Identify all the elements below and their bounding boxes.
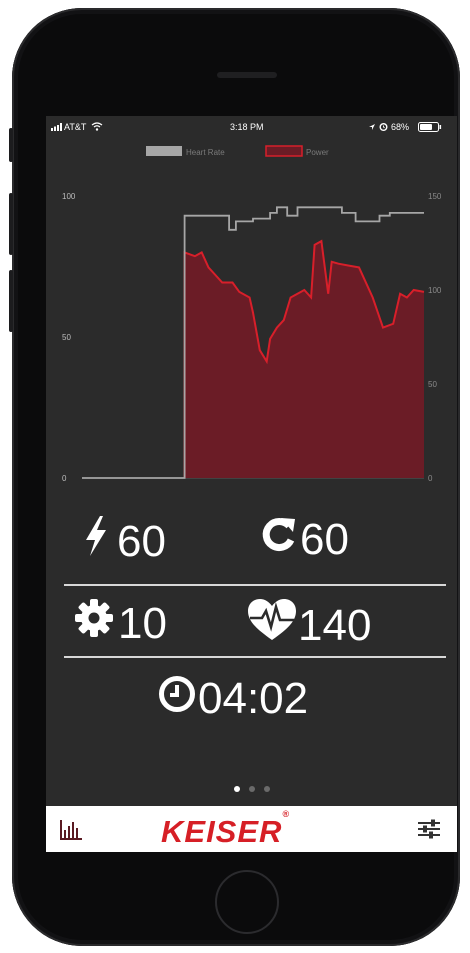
gear-value: 10 xyxy=(118,598,167,648)
lightning-icon xyxy=(83,514,109,569)
right-tick-label: 100 xyxy=(428,286,442,295)
metrics-panel: 60 60 10 140 04:02 xyxy=(46,496,457,776)
legend-label-power: Power xyxy=(306,148,329,157)
page-dot-2[interactable] xyxy=(248,786,255,792)
legend-swatch-power xyxy=(265,145,303,157)
metrics-divider-bottom xyxy=(64,656,446,658)
workout-chart: 0 50 100 0 50 100 150 Heart Rate Power xyxy=(46,138,457,498)
battery-icon xyxy=(418,122,442,132)
duration-metric: 04:02 xyxy=(158,674,308,724)
refresh-icon xyxy=(258,514,298,565)
legend-swatch-heart-rate xyxy=(146,146,182,156)
earpiece-speaker xyxy=(217,72,277,78)
chart-svg: 0 50 100 0 50 100 150 Heart Rate Power xyxy=(62,145,442,483)
duration-value: 04:02 xyxy=(198,674,309,723)
page-indicator[interactable] xyxy=(46,786,457,796)
right-tick-label: 150 xyxy=(428,192,442,201)
status-bar: AT&T 3:18 PM 68% xyxy=(46,116,457,138)
cadence-metric: 60 xyxy=(258,514,349,565)
keiser-logo: KEISER® xyxy=(161,808,291,849)
power-metric: 60 xyxy=(83,514,166,569)
heart-rate-icon xyxy=(246,598,298,653)
gear-metric: 10 xyxy=(74,598,167,649)
signal-icon xyxy=(51,123,62,131)
cadence-value: 60 xyxy=(300,514,349,564)
metrics-divider-top xyxy=(64,584,446,586)
volume-up-button xyxy=(9,193,13,255)
heart-rate-value: 140 xyxy=(298,600,372,650)
mute-switch xyxy=(9,128,13,162)
location-icon xyxy=(369,124,375,130)
wifi-icon xyxy=(91,122,103,131)
right-tick-label: 0 xyxy=(428,474,433,483)
brand-text: KEISER xyxy=(161,814,283,849)
legend-label-heart-rate: Heart Rate xyxy=(186,148,225,157)
status-time: 3:18 PM xyxy=(230,122,264,132)
heart-rate-metric: 140 xyxy=(246,598,371,653)
battery-percent: 68% xyxy=(391,122,410,132)
power-area xyxy=(184,241,424,478)
left-tick-label: 0 xyxy=(62,474,67,483)
right-tick-label: 50 xyxy=(428,380,437,389)
volume-down-button xyxy=(9,270,13,332)
clock-icon xyxy=(158,674,196,724)
gear-icon xyxy=(74,598,114,649)
power-value: 60 xyxy=(117,516,166,566)
bar-chart-icon[interactable] xyxy=(60,818,82,840)
bottom-bar: KEISER® xyxy=(46,806,457,852)
page-dot-1[interactable] xyxy=(233,786,240,792)
alarm-icon xyxy=(379,123,388,131)
home-button[interactable] xyxy=(215,870,279,934)
left-tick-label: 100 xyxy=(62,192,76,201)
page-dot-3[interactable] xyxy=(263,786,270,792)
left-tick-label: 50 xyxy=(62,333,71,342)
app-screen: AT&T 3:18 PM 68% 0 50 100 0 50 100 150 Heart Ra… xyxy=(46,116,457,852)
carrier-label: AT&T xyxy=(64,122,87,132)
sliders-icon[interactable] xyxy=(418,818,440,840)
